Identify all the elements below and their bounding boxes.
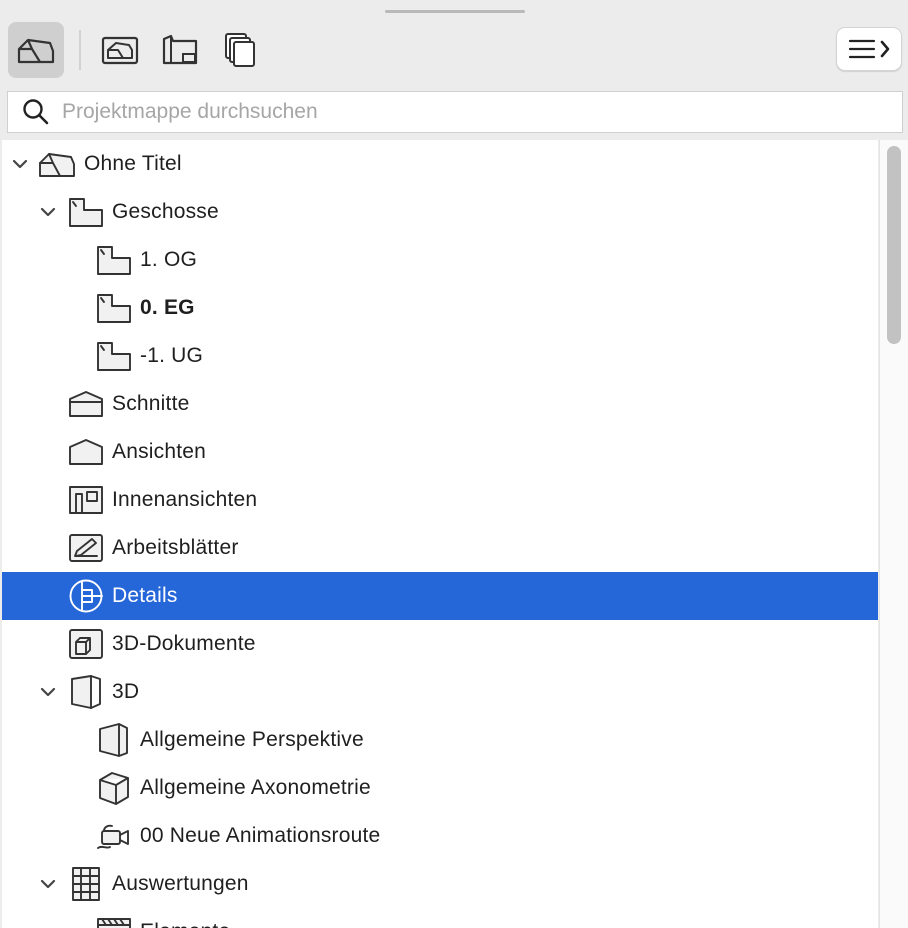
tree-row[interactable]: 3D-Dokumente bbox=[2, 620, 878, 668]
toolbar-separator bbox=[79, 30, 81, 70]
elevation-icon bbox=[67, 433, 105, 471]
tree-row[interactable]: Ohne Titel bbox=[2, 140, 878, 188]
tree-row[interactable]: Arbeitsblätter bbox=[2, 524, 878, 572]
chevron-down-icon[interactable] bbox=[38, 682, 58, 702]
tree-item-label: Geschosse bbox=[112, 200, 219, 223]
panel-grabber[interactable] bbox=[385, 10, 525, 13]
search-icon bbox=[22, 98, 50, 126]
tree-row[interactable]: 00 Neue Animationsroute bbox=[2, 812, 878, 860]
project-map-button[interactable] bbox=[8, 22, 64, 78]
interior-elevation-icon bbox=[67, 481, 105, 519]
worksheet-icon bbox=[67, 529, 105, 567]
tree-row[interactable]: Geschosse bbox=[2, 188, 878, 236]
tree-row[interactable]: Elemente bbox=[2, 908, 878, 928]
tree-scrollbar[interactable] bbox=[879, 140, 908, 928]
tree-item-label: Ansichten bbox=[112, 440, 207, 463]
story-icon bbox=[95, 241, 133, 279]
chevron-down-icon[interactable] bbox=[10, 154, 30, 174]
tree-row[interactable]: Allgemeine Perspektive bbox=[2, 716, 878, 764]
tree-item-label: Details bbox=[112, 584, 178, 607]
story-icon bbox=[95, 337, 133, 375]
panel-menu-button[interactable] bbox=[836, 27, 902, 71]
story-icon bbox=[67, 193, 105, 231]
hamburger-chevron-icon bbox=[848, 39, 890, 59]
layout-book-button[interactable] bbox=[152, 22, 208, 78]
view-map-button[interactable] bbox=[92, 22, 148, 78]
tree-item-label: -1. UG bbox=[140, 344, 204, 367]
chevron-down-icon[interactable] bbox=[38, 874, 58, 894]
tree-row[interactable]: -1. UG bbox=[2, 332, 878, 380]
layout-book-icon bbox=[162, 34, 198, 65]
tree-item-label: Allgemeine Axonometrie bbox=[140, 776, 371, 799]
publisher-sets-icon bbox=[225, 33, 255, 67]
project-house-icon bbox=[38, 145, 76, 183]
detail-icon bbox=[67, 577, 105, 615]
tree-item-label: 3D-Dokumente bbox=[112, 632, 256, 655]
story-icon bbox=[95, 289, 133, 327]
tree-item-label: 1. OG bbox=[140, 248, 198, 271]
tree-item-label: Innenansichten bbox=[112, 488, 258, 511]
element-schedule-icon bbox=[95, 913, 133, 928]
tree-row[interactable]: 1. OG bbox=[2, 236, 878, 284]
tree-item-label: Auswertungen bbox=[112, 872, 249, 895]
tree-item-label: Schnitte bbox=[112, 392, 190, 415]
section-icon bbox=[67, 385, 105, 423]
tree-item-label: 3D bbox=[112, 680, 140, 703]
tree-row[interactable]: Ansichten bbox=[2, 428, 878, 476]
tree-row[interactable]: Auswertungen bbox=[2, 860, 878, 908]
camera-path-icon bbox=[95, 817, 133, 855]
project-map-icon bbox=[17, 38, 55, 64]
tree-row[interactable]: Allgemeine Axonometrie bbox=[2, 764, 878, 812]
tree-row[interactable]: Details bbox=[2, 572, 878, 620]
tree-item-label: Ohne Titel bbox=[84, 152, 182, 175]
toolbar bbox=[0, 18, 908, 84]
3d-document-icon bbox=[67, 625, 105, 663]
tree-row[interactable]: Innenansichten bbox=[2, 476, 878, 524]
tree-item-label: Elemente bbox=[140, 920, 230, 928]
tree-scrollbar-thumb[interactable] bbox=[887, 146, 901, 344]
search-field[interactable] bbox=[7, 91, 903, 133]
axonometry-icon bbox=[95, 769, 133, 807]
tree-row[interactable]: 0. EG bbox=[2, 284, 878, 332]
tree-row[interactable]: 3D bbox=[2, 668, 878, 716]
project-tree: Ohne Titel Geschosse 1. OG 0. EG -1. UG Schni… bbox=[2, 140, 878, 928]
publisher-sets-button[interactable] bbox=[212, 22, 268, 78]
tree-row[interactable]: Schnitte bbox=[2, 380, 878, 428]
tree-item-label: 0. EG bbox=[140, 296, 195, 319]
tree-item-label: Allgemeine Perspektive bbox=[140, 728, 364, 751]
schedule-icon bbox=[67, 865, 105, 903]
chevron-down-icon[interactable] bbox=[38, 202, 58, 222]
search-input[interactable] bbox=[62, 100, 902, 124]
perspective-icon bbox=[95, 721, 133, 759]
3d-icon bbox=[67, 673, 105, 711]
tree-item-label: Arbeitsblätter bbox=[112, 536, 239, 559]
tree-item-label: 00 Neue Animationsroute bbox=[140, 824, 381, 847]
view-map-icon bbox=[101, 36, 139, 65]
